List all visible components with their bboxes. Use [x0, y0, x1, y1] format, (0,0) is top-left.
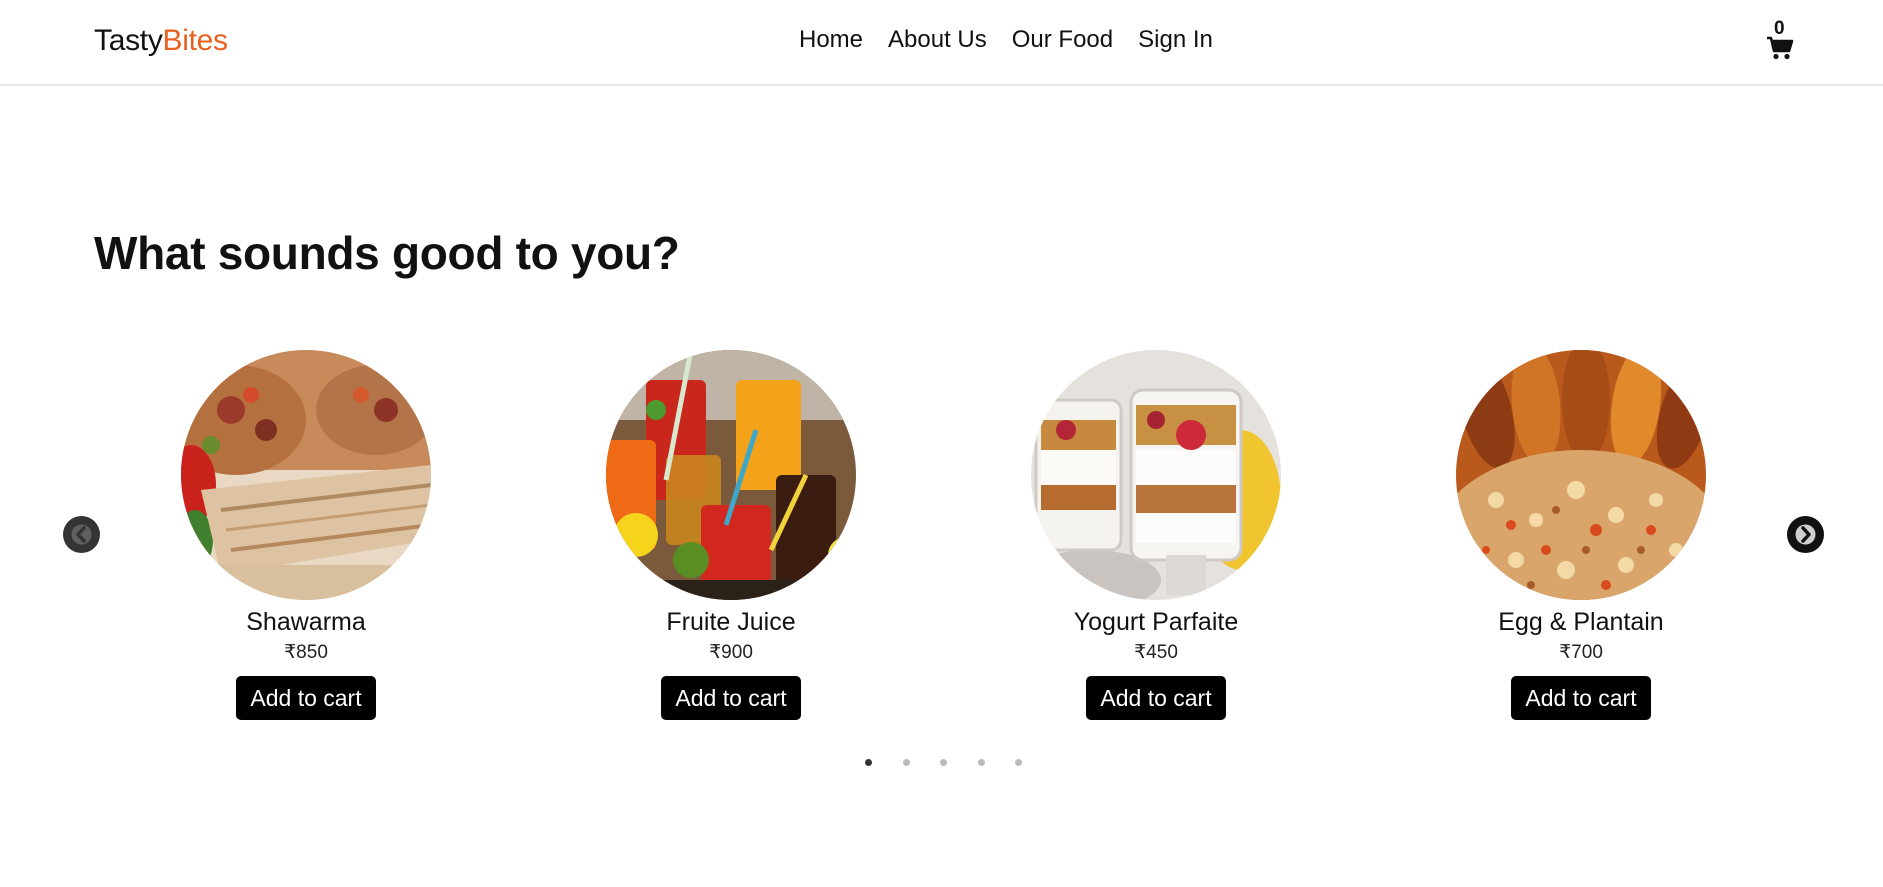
nav-sign-in-link[interactable]: Sign In: [1138, 26, 1213, 54]
food-card-yogurt-parfaite: Yogurt Parfaite ₹450 Add to cart: [1006, 350, 1306, 720]
pagination-dot-5[interactable]: [1015, 759, 1022, 766]
food-price: ₹450: [1134, 642, 1178, 663]
food-image-shawarma: [181, 350, 431, 600]
food-name: Egg & Plantain: [1498, 608, 1664, 636]
main-nav: Home About Us Our Food Sign In: [799, 26, 1213, 54]
add-to-cart-button[interactable]: Add to cart: [236, 676, 376, 720]
food-card-shawarma: Shawarma ₹850 Add to cart: [156, 350, 456, 720]
food-carousel: Shawarma ₹850 Add to cart Fruite Juice ₹…: [0, 350, 1883, 730]
food-image-yogurt-parfaite: [1031, 350, 1281, 600]
food-card-fruite-juice: Fruite Juice ₹900 Add to cart: [581, 350, 881, 720]
add-to-cart-button[interactable]: Add to cart: [1511, 676, 1651, 720]
food-image-egg-plantain: [1456, 350, 1706, 600]
chevron-right-icon: [1795, 524, 1816, 545]
cart-button[interactable]: 0: [1765, 18, 1795, 60]
logo-text-bites: Bites: [162, 24, 229, 57]
food-card-egg-plantain: Egg & Plantain ₹700 Add to cart: [1431, 350, 1731, 720]
pagination-dot-2[interactable]: [903, 759, 910, 766]
carousel-next-button[interactable]: [1787, 516, 1824, 553]
nav-about-us-link[interactable]: About Us: [888, 26, 987, 54]
food-name: Shawarma: [246, 608, 366, 636]
logo-text-tasty: Tasty: [94, 24, 163, 57]
shopping-cart-icon: [1767, 36, 1794, 60]
nav-home-link[interactable]: Home: [799, 26, 863, 54]
food-image-fruite-juice: [606, 350, 856, 600]
section-title: What sounds good to you?: [94, 227, 680, 279]
food-price: ₹700: [1559, 642, 1603, 663]
add-to-cart-button[interactable]: Add to cart: [1086, 676, 1226, 720]
chevron-left-icon: [71, 524, 92, 545]
food-price: ₹850: [284, 642, 328, 663]
add-to-cart-button[interactable]: Add to cart: [661, 676, 801, 720]
brand-logo[interactable]: TastyBites: [94, 24, 228, 58]
top-navbar: TastyBites Home About Us Our Food Sign I…: [0, 0, 1883, 86]
carousel-prev-button[interactable]: [63, 516, 100, 553]
food-name: Fruite Juice: [666, 608, 796, 636]
food-price: ₹900: [709, 642, 753, 663]
food-name: Yogurt Parfaite: [1073, 608, 1239, 636]
carousel-pagination: [0, 759, 1883, 769]
pagination-dot-1[interactable]: [865, 759, 872, 766]
pagination-dot-4[interactable]: [978, 759, 985, 766]
nav-our-food-link[interactable]: Our Food: [1012, 26, 1113, 54]
pagination-dot-3[interactable]: [940, 759, 947, 766]
